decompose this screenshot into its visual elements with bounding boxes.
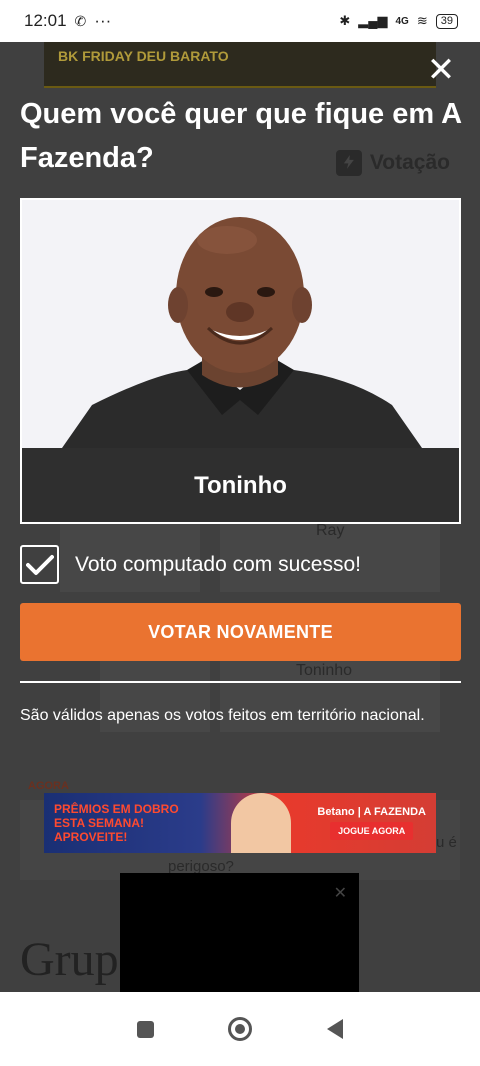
check-icon (20, 545, 59, 584)
status-bar: 12:01 ✆ ··· ✱ ▂▄▆ 4G ≋ 39 (0, 0, 480, 42)
ghost-name: Ray (316, 522, 345, 539)
status-time: 12:01 (24, 11, 67, 30)
more-icon: ··· (94, 11, 112, 30)
candidate-photo (22, 200, 459, 448)
candidate-card: Toninho (20, 198, 461, 524)
divider (20, 681, 461, 683)
candidate-portrait (22, 200, 459, 448)
recents-icon[interactable] (137, 1020, 155, 1038)
section-label: AGORA (28, 780, 69, 792)
ad-brand: Betano | A FAZENDA (317, 806, 426, 818)
top-banner-ad[interactable]: BK FRIDAY DEU BARATO (44, 42, 436, 88)
ad-cta-button[interactable]: JOGUE AGORA (330, 822, 414, 840)
top-ad-text: BK FRIDAY DEU BARATO (58, 48, 229, 64)
ad-promo-text: PRÊMIOS EM DOBRO ESTA SEMANA! APROVEITE! (54, 802, 179, 844)
ghost-name: Toninho (296, 662, 353, 679)
bottom-banner-ad[interactable]: PRÊMIOS EM DOBRO ESTA SEMANA! APROVEITE!… (44, 793, 436, 853)
close-button[interactable]: ✕ (426, 53, 456, 87)
video-close-icon[interactable]: ✕ (334, 883, 347, 903)
votacao-tag: Votação (335, 150, 450, 176)
signal-icon: ▂▄▆ (358, 13, 388, 28)
ad-person-image (230, 793, 291, 853)
home-icon[interactable] (228, 1017, 253, 1041)
ghost-snippet-end: u é (436, 834, 457, 851)
lightning-icon (335, 150, 362, 176)
close-icon: ✕ (426, 51, 456, 89)
wifi-icon: ≋ (416, 13, 428, 28)
votacao-label: Votação (369, 151, 450, 174)
video-ad[interactable]: ✕ (120, 873, 359, 1007)
whatsapp-icon: ✆ (74, 12, 87, 29)
bluetooth-icon: ✱ (339, 13, 351, 28)
vote-again-button[interactable]: VOTAR NOVAMENTE (20, 603, 461, 661)
disclaimer-text: São válidos apenas os votos feitos em te… (20, 707, 425, 724)
system-nav-bar (0, 992, 480, 1066)
vote-success: Voto computado com sucesso! (20, 545, 361, 584)
ad-brand-block: Betano | A FAZENDA JOGUE AGORA (317, 806, 426, 840)
network-type: 4G (395, 15, 409, 27)
candidate-name: Toninho (22, 448, 459, 522)
battery-indicator: 39 (435, 13, 458, 29)
back-icon[interactable] (326, 1019, 343, 1039)
success-message: Voto computado com sucesso! (75, 552, 361, 576)
